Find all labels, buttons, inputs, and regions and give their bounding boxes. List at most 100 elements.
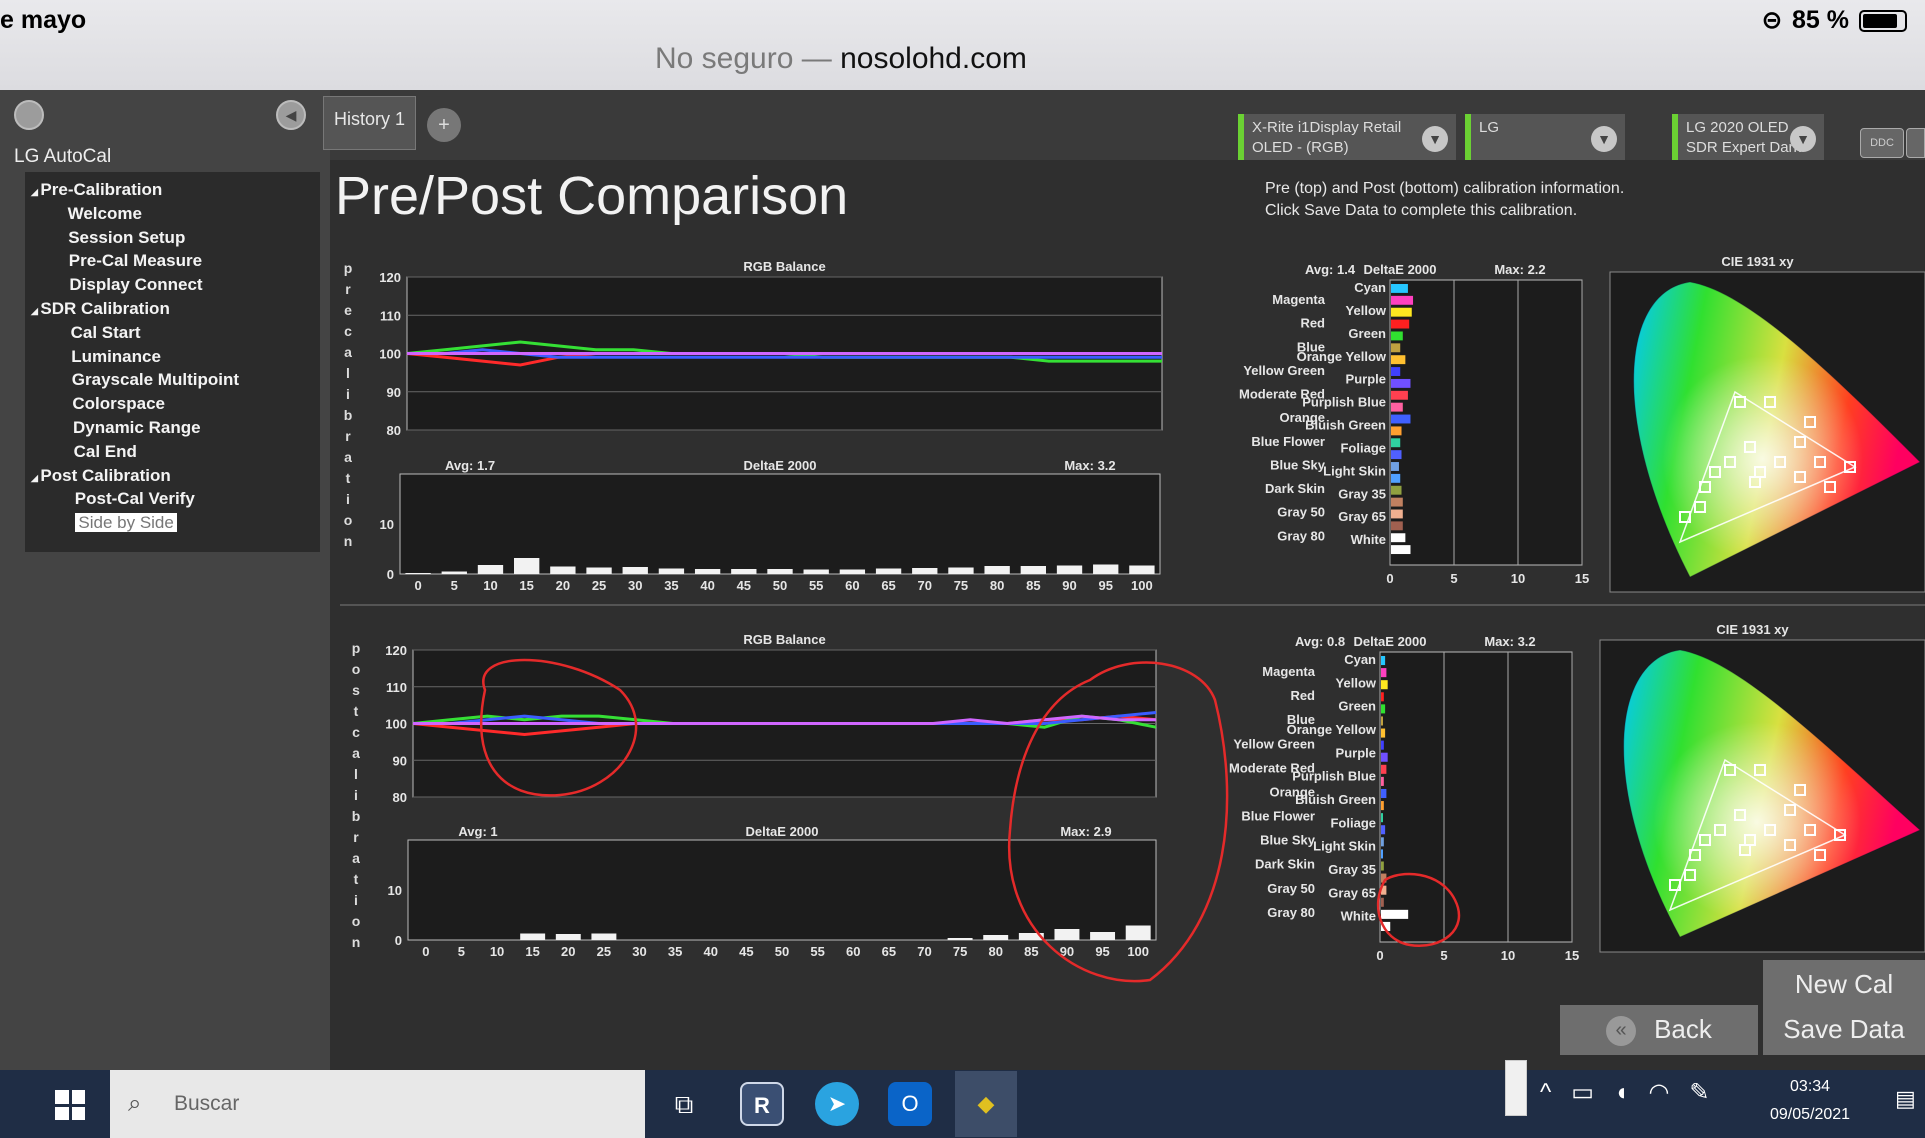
color-deltae-bar	[1391, 450, 1402, 460]
y-tick-label: 110	[386, 680, 407, 695]
color-deltae-bar	[1391, 319, 1410, 329]
x-tick-label: 5	[451, 578, 458, 593]
telegram-icon[interactable]: ➤	[815, 1082, 859, 1126]
outlook-icon[interactable]: O	[888, 1082, 932, 1126]
color-label-left: Blue	[1287, 712, 1315, 727]
color-deltae-bar	[1391, 378, 1411, 388]
color-label-left: Moderate Red	[1239, 387, 1325, 402]
color-deltae-bar	[1381, 801, 1384, 811]
color-label-left: Red	[1300, 316, 1325, 331]
color-label-left: Gray 80	[1267, 905, 1315, 920]
color-deltae-bar	[1381, 752, 1388, 762]
deltae-bar	[983, 935, 1009, 940]
x-tick-label: 15	[1565, 948, 1579, 963]
clock-date: 09/05/2021	[1770, 1106, 1851, 1123]
deltae-bar	[622, 567, 648, 574]
deltae-bar	[658, 568, 685, 574]
color-deltae-bar	[1381, 680, 1388, 690]
color-deltae-bar	[1381, 788, 1387, 799]
x-tick-label: 95	[1098, 578, 1112, 593]
x-tick-label: 95	[1095, 944, 1109, 959]
deltae-bar	[731, 569, 757, 574]
color-deltae-bar	[1391, 545, 1411, 555]
color-deltae-bar	[1391, 295, 1414, 305]
color-label-right: Gray 65	[1328, 885, 1376, 900]
color-deltae-bar	[1391, 438, 1401, 448]
deltae-plot-area	[407, 839, 1157, 941]
deltae-bar	[1125, 925, 1151, 940]
scrollbar-handle[interactable]	[1505, 1060, 1527, 1116]
color-label-left: Orange	[1279, 410, 1325, 425]
deltae-max: Max: 3.2	[1064, 458, 1115, 473]
x-tick-label: 65	[882, 944, 896, 959]
notifications-icon[interactable]: ▤	[1895, 1086, 1916, 1112]
x-tick-label: 70	[917, 944, 931, 959]
task-view-icon[interactable]: ⧉	[662, 1082, 706, 1126]
color-deltae-bar	[1381, 837, 1384, 847]
deltae-bar	[1129, 565, 1155, 574]
color-deltae-bar	[1381, 740, 1384, 750]
cie-title: CIE 1931 xy	[1721, 254, 1794, 269]
color-deltae-bar	[1391, 521, 1403, 531]
color-deltae-bar	[1381, 716, 1383, 726]
x-tick-label: 100	[1127, 944, 1149, 959]
x-tick-label: 60	[845, 578, 859, 593]
deltae-max: Max: 2.9	[1060, 824, 1111, 839]
color-label-left: Gray 50	[1277, 505, 1325, 520]
y-tick-label: 80	[387, 423, 401, 438]
color-deltae-bar	[1391, 307, 1412, 317]
volume-icon[interactable]: ◖	[1614, 1079, 1649, 1106]
system-tray: ^▭◖◠✎	[1540, 1078, 1730, 1107]
color-deltae-bar	[1391, 355, 1406, 365]
color-deltae-bar	[1391, 485, 1402, 495]
color-label-right: Cyan	[1344, 652, 1376, 667]
color-deltae-title: DeltaE 2000	[1354, 634, 1427, 649]
wifi-icon[interactable]: ◠	[1648, 1079, 1689, 1106]
color-deltae-bar	[1391, 284, 1408, 293]
color-label-right: Purple	[1336, 745, 1376, 760]
color-deltae-bar	[1391, 497, 1403, 507]
color-deltae-bar	[1381, 668, 1387, 678]
color-deltae-bar	[1381, 692, 1384, 702]
x-tick-label: 45	[739, 944, 753, 959]
color-deltae-bar	[1381, 813, 1383, 823]
deltae-bar	[912, 568, 938, 574]
color-label-left: Blue Sky	[1260, 833, 1316, 848]
x-tick-label: 10	[1511, 571, 1525, 586]
color-label-left: Blue	[1297, 339, 1325, 354]
x-tick-label: 50	[775, 944, 789, 959]
color-label-left: Magenta	[1272, 292, 1326, 307]
color-label-left: Blue Flower	[1241, 809, 1315, 824]
new-cal-button[interactable]: New Cal	[1763, 960, 1925, 1010]
back-button[interactable]: « Back	[1560, 1005, 1758, 1055]
save-data-button[interactable]: Save Data	[1763, 1005, 1925, 1055]
x-tick-label: 40	[700, 578, 714, 593]
x-tick-label: 70	[918, 578, 932, 593]
color-label-right: Foliage	[1340, 440, 1386, 455]
x-tick-label: 40	[704, 944, 718, 959]
y-tick-label: 120	[379, 270, 401, 285]
battery-tray-icon[interactable]: ▭	[1571, 1079, 1614, 1106]
color-label-right: Light Skin	[1313, 839, 1376, 854]
autocal-app-icon[interactable]: ◆	[955, 1071, 1017, 1137]
color-deltae-bar	[1381, 776, 1384, 786]
y-tick-label: 0	[395, 933, 402, 948]
x-tick-label: 20	[556, 578, 570, 593]
color-deltae-bar	[1391, 390, 1408, 400]
x-tick-label: 30	[632, 944, 646, 959]
search-placeholder: Buscar	[174, 1092, 240, 1115]
rgb-balance-title: RGB Balance	[743, 259, 825, 274]
x-tick-label: 10	[490, 944, 504, 959]
calman-app-icon[interactable]: R	[740, 1082, 784, 1126]
color-deltae-plot-area	[1389, 279, 1583, 566]
chevron-up-icon[interactable]: ^	[1540, 1079, 1571, 1106]
y-tick-label: 90	[387, 385, 401, 400]
color-deltae-avg: Avg: 0.8	[1295, 634, 1345, 649]
pen-icon[interactable]: ✎	[1689, 1079, 1729, 1106]
y-tick-label: 90	[393, 753, 407, 768]
windows-start-icon[interactable]	[55, 1090, 85, 1120]
deltae-bar	[405, 573, 431, 574]
color-deltae-max: Max: 3.2	[1484, 634, 1535, 649]
taskbar-clock[interactable]: 03:34 09/05/2021	[1770, 1073, 1850, 1129]
y-tick-label: 110	[380, 308, 401, 323]
